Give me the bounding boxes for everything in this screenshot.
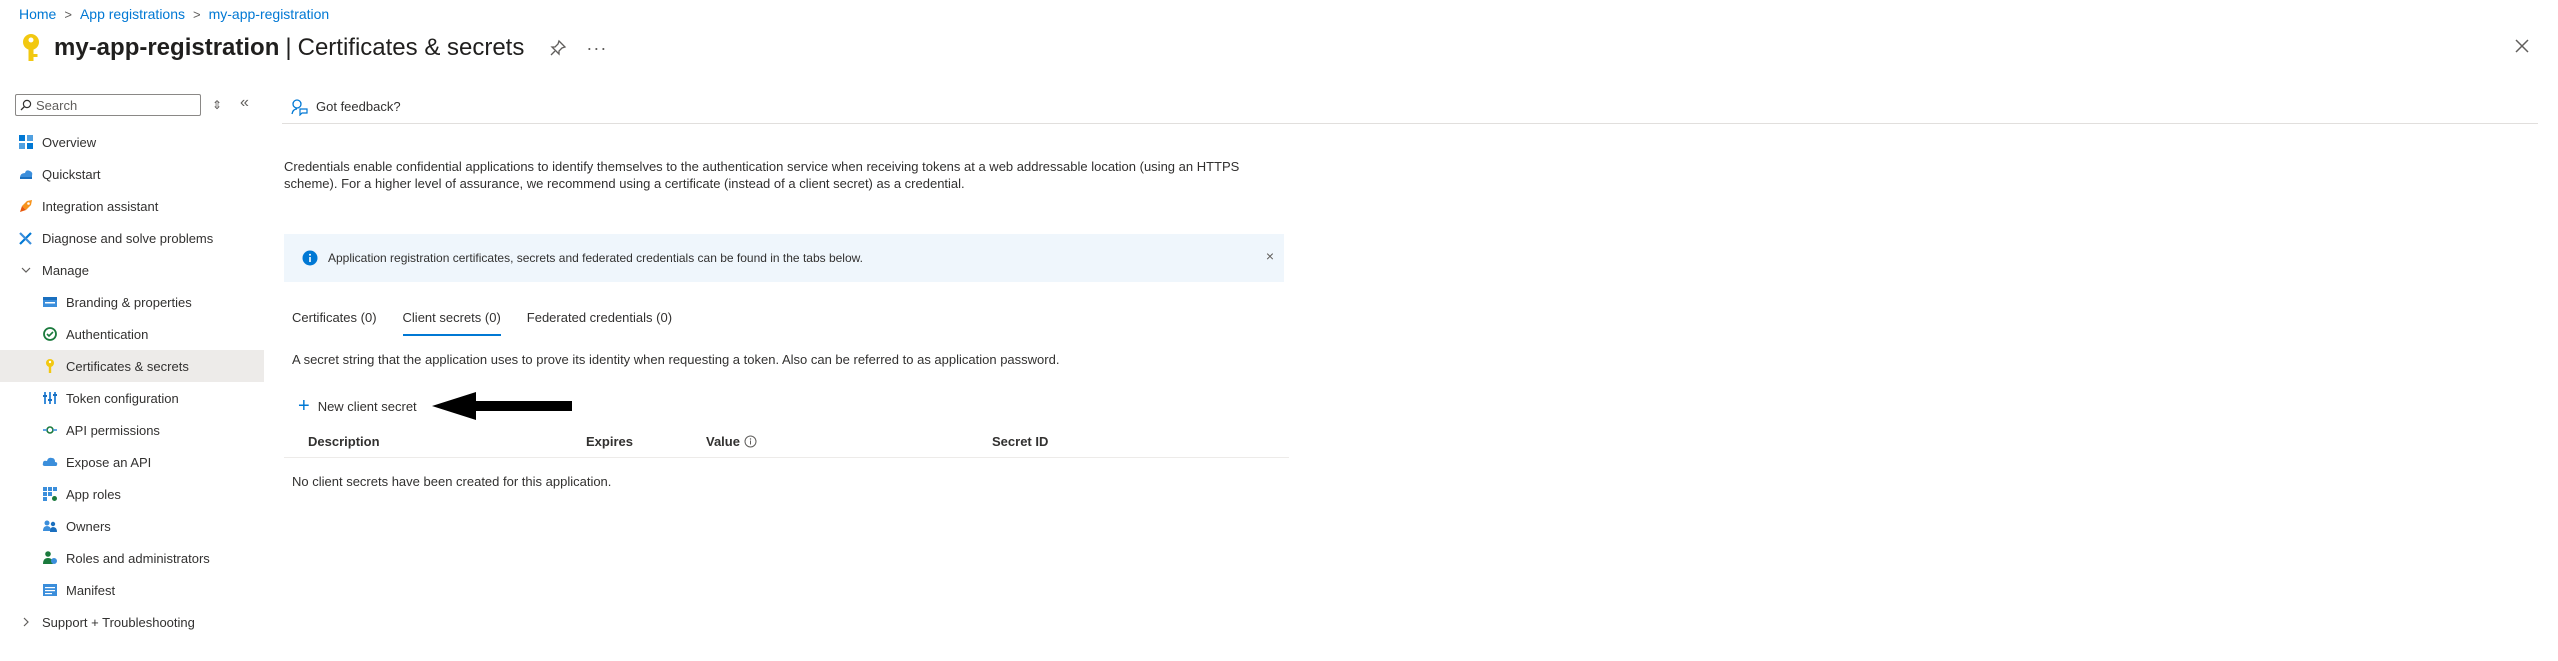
sidebar-item-label: Manifest <box>66 582 116 598</box>
sidebar-item-diagnose[interactable]: Diagnose and solve problems <box>0 222 264 254</box>
feedback-button[interactable]: Got feedback? <box>290 98 401 116</box>
sidebar: ⇕ « Overview Quickstart Integration assi… <box>0 90 264 661</box>
sort-icon[interactable]: ⇕ <box>212 98 222 112</box>
feedback-icon <box>291 98 308 116</box>
tab-certificates[interactable]: Certificates (0) <box>292 310 377 336</box>
sidebar-item-overview[interactable]: Overview <box>0 126 264 158</box>
breadcrumb-separator: > <box>193 6 201 22</box>
token-icon <box>43 392 57 404</box>
sidebar-item-integration-assistant[interactable]: Integration assistant <box>0 190 264 222</box>
sidebar-item-app-roles[interactable]: App roles <box>0 478 264 510</box>
chevron-right-icon <box>18 617 34 627</box>
new-client-secret-label: New client secret <box>317 398 417 414</box>
branding-icon <box>43 297 57 307</box>
key-icon <box>23 34 39 61</box>
sidebar-item-api-permissions[interactable]: API permissions <box>0 414 264 446</box>
sidebar-search-input[interactable] <box>36 97 186 113</box>
manifest-icon <box>43 584 57 596</box>
breadcrumb-app-registrations-link[interactable]: App registrations <box>80 6 185 22</box>
sidebar-item-label: Branding & properties <box>66 294 192 310</box>
sidebar-group-manage[interactable]: Manage <box>0 254 264 286</box>
info-icon <box>302 250 318 266</box>
collapse-sidebar-icon[interactable]: « <box>240 94 249 112</box>
sidebar-item-branding[interactable]: Branding & properties <box>0 286 264 318</box>
credentials-description: Credentials enable confidential applicat… <box>284 159 1240 191</box>
sidebar-item-label: Manage <box>42 262 89 278</box>
page-subtitle: Certificates & secrets <box>297 34 525 61</box>
authentication-icon <box>43 327 57 341</box>
sidebar-item-label: API permissions <box>66 422 160 438</box>
sidebar-item-label: Certificates & secrets <box>66 358 189 374</box>
sidebar-group-support[interactable]: Support + Troubleshooting <box>0 606 264 638</box>
sidebar-item-label: Authentication <box>66 326 149 342</box>
arrow-annotation-icon <box>432 392 572 420</box>
info-icon[interactable] <box>744 435 757 448</box>
overview-icon <box>19 135 33 149</box>
tab-client-secrets[interactable]: Client secrets (0) <box>402 310 502 336</box>
close-banner-icon[interactable]: × <box>1266 248 1274 264</box>
sidebar-item-quickstart[interactable]: Quickstart <box>0 158 264 190</box>
breadcrumb-separator: > <box>64 6 72 22</box>
rocket-icon <box>20 200 32 212</box>
key-icon <box>46 359 54 373</box>
sidebar-item-token-configuration[interactable]: Token configuration <box>0 382 264 414</box>
sidebar-item-authentication[interactable]: Authentication <box>0 318 264 350</box>
roles-icon <box>43 551 57 564</box>
sidebar-item-owners[interactable]: Owners <box>0 510 264 542</box>
quickstart-icon <box>20 170 33 179</box>
sidebar-item-label: Support + Troubleshooting <box>42 614 195 630</box>
new-client-secret-button[interactable]: + New client secret <box>298 396 417 416</box>
cloud-icon <box>42 457 58 466</box>
feedback-label: Got feedback? <box>316 99 401 114</box>
sidebar-item-certificates-secrets[interactable]: Certificates & secrets <box>0 350 264 382</box>
credential-tabs: Certificates (0) Client secrets (0) Fede… <box>292 310 698 336</box>
owners-icon <box>43 520 57 532</box>
wrench-icon <box>19 232 32 245</box>
sidebar-search-box[interactable] <box>15 94 201 116</box>
api-permissions-icon <box>43 426 57 434</box>
title-separator: | <box>285 34 292 61</box>
chevron-down-icon <box>18 265 34 275</box>
column-header-expires: Expires <box>586 434 633 449</box>
column-header-secret-id: Secret ID <box>992 434 1049 449</box>
sidebar-item-expose-api[interactable]: Expose an API <box>0 446 264 478</box>
empty-table-message: No client secrets have been created for … <box>292 474 612 489</box>
breadcrumb-home-link[interactable]: Home <box>19 6 56 22</box>
sidebar-item-label: App roles <box>66 486 121 502</box>
sidebar-item-roles-administrators[interactable]: Roles and administrators <box>0 542 264 574</box>
page-header: my-app-registration | Certificates & sec… <box>16 28 607 68</box>
sidebar-item-label: Overview <box>42 134 97 150</box>
command-bar: Got feedback? <box>282 90 2538 124</box>
close-icon[interactable] <box>2512 36 2532 56</box>
sidebar-item-label: Roles and administrators <box>66 550 210 566</box>
info-banner-text: Application registration certificates, s… <box>328 251 863 265</box>
main-content: Got feedback? Credentials enable confide… <box>282 90 2538 661</box>
page-title: my-app-registration <box>54 34 280 61</box>
search-icon <box>20 99 32 111</box>
plus-icon: + <box>298 395 310 417</box>
info-banner: Application registration certificates, s… <box>284 234 1284 282</box>
breadcrumb-app-link[interactable]: my-app-registration <box>209 6 330 22</box>
app-roles-icon <box>43 487 57 501</box>
column-header-description: Description <box>308 434 380 449</box>
sidebar-item-label: Expose an API <box>66 454 152 470</box>
client-secrets-description: A secret string that the application use… <box>292 352 1060 367</box>
secrets-table-header: Description Expires Value Secret ID <box>284 430 1289 458</box>
more-options-icon[interactable]: ··· <box>586 38 607 59</box>
sidebar-item-manifest[interactable]: Manifest <box>0 574 264 606</box>
sidebar-item-label: Owners <box>66 518 111 534</box>
tab-federated-credentials[interactable]: Federated credentials (0) <box>527 310 672 336</box>
column-header-value-label: Value <box>706 434 740 449</box>
sidebar-item-label: Diagnose and solve problems <box>42 230 214 246</box>
column-header-value: Value <box>706 434 757 449</box>
breadcrumb: Home > App registrations > my-app-regist… <box>19 4 329 24</box>
sidebar-item-label: Quickstart <box>42 166 101 182</box>
sidebar-item-label: Integration assistant <box>42 198 159 214</box>
sidebar-item-label: Token configuration <box>66 390 179 406</box>
pin-icon[interactable] <box>548 38 568 58</box>
